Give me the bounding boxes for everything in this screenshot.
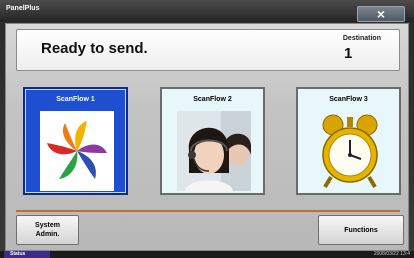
close-button[interactable]: ×: [357, 6, 405, 22]
scanflow-2-button[interactable]: ScanFlow 2: [160, 87, 265, 195]
headset-operator-photo-icon: [177, 111, 251, 191]
functions-button[interactable]: Functions: [318, 215, 404, 245]
alarm-clock-icon: [313, 111, 387, 191]
scanflow-3-button[interactable]: ScanFlow 3: [296, 87, 401, 195]
datetime-display: 2008/03/22 13:4: [373, 251, 410, 257]
status-tab[interactable]: Status: [4, 251, 50, 258]
status-bar: Status 2008/03/22 13:4: [0, 251, 414, 258]
app-title: PanelPlus: [6, 5, 40, 12]
destination-label: Destination: [342, 35, 381, 42]
scanflow-1-title: ScanFlow 1: [56, 96, 95, 103]
scanflow-1-button[interactable]: ScanFlow 1: [23, 87, 128, 195]
status-message: Ready to send.: [41, 40, 148, 57]
close-icon: ×: [376, 6, 386, 22]
system-admin-label: System Admin.: [35, 222, 60, 238]
title-bar: PanelPlus ×: [0, 0, 414, 22]
panel-screen: PanelPlus × Ready to send. Destination 1…: [0, 0, 414, 258]
divider-line: [16, 210, 400, 212]
scanflow-3-title: ScanFlow 3: [329, 96, 368, 103]
destination-count: 1: [344, 45, 353, 62]
scanflow-2-title: ScanFlow 2: [193, 96, 232, 103]
system-admin-button[interactable]: System Admin.: [16, 215, 79, 245]
functions-label: Functions: [344, 226, 378, 234]
pinwheel-logo-icon: [40, 111, 114, 191]
status-display: Ready to send. Destination 1: [16, 29, 400, 71]
